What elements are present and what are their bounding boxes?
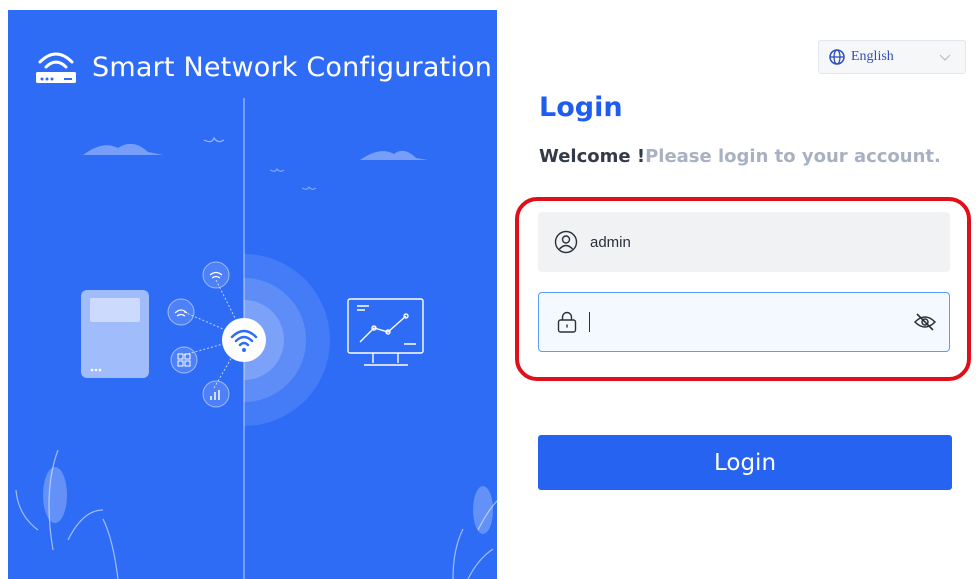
chevron-down-icon bbox=[939, 54, 951, 61]
welcome-suffix: Please login to your account. bbox=[645, 146, 941, 167]
welcome-prefix: Welcome ! bbox=[539, 146, 646, 167]
lock-icon bbox=[557, 311, 577, 333]
welcome-message: Welcome !Please login to your account. bbox=[539, 146, 941, 167]
login-title: Login bbox=[539, 92, 623, 123]
node-stats bbox=[202, 380, 230, 408]
network-illustration bbox=[15, 136, 497, 579]
bird-3 bbox=[301, 186, 317, 190]
language-label: English bbox=[851, 49, 894, 64]
monitor-device bbox=[347, 298, 424, 366]
eye-off-icon[interactable] bbox=[913, 310, 937, 334]
language-select[interactable]: English bbox=[818, 40, 966, 74]
illustration-panel: Smart Network Configuration bbox=[8, 10, 497, 579]
app-title: Smart Network Configuration bbox=[92, 51, 493, 83]
password-input[interactable] bbox=[592, 306, 876, 338]
text-caret bbox=[589, 312, 590, 332]
cloud-left bbox=[83, 143, 163, 155]
wifi-hub bbox=[222, 318, 266, 362]
bird-2 bbox=[269, 168, 285, 172]
password-field[interactable] bbox=[538, 292, 950, 352]
cloud-right bbox=[360, 150, 428, 160]
globe-icon bbox=[829, 49, 845, 65]
brand: Smart Network Configuration bbox=[34, 50, 492, 84]
node-settings bbox=[167, 298, 195, 326]
router-wifi-icon bbox=[36, 52, 76, 83]
bird-1 bbox=[203, 136, 225, 143]
node-wifi bbox=[202, 261, 230, 289]
plant-left bbox=[15, 449, 119, 579]
username-field[interactable] bbox=[538, 212, 950, 272]
username-input[interactable] bbox=[588, 226, 912, 258]
user-icon bbox=[554, 230, 578, 254]
login-button[interactable]: Login bbox=[538, 435, 952, 490]
node-apps bbox=[170, 346, 198, 374]
